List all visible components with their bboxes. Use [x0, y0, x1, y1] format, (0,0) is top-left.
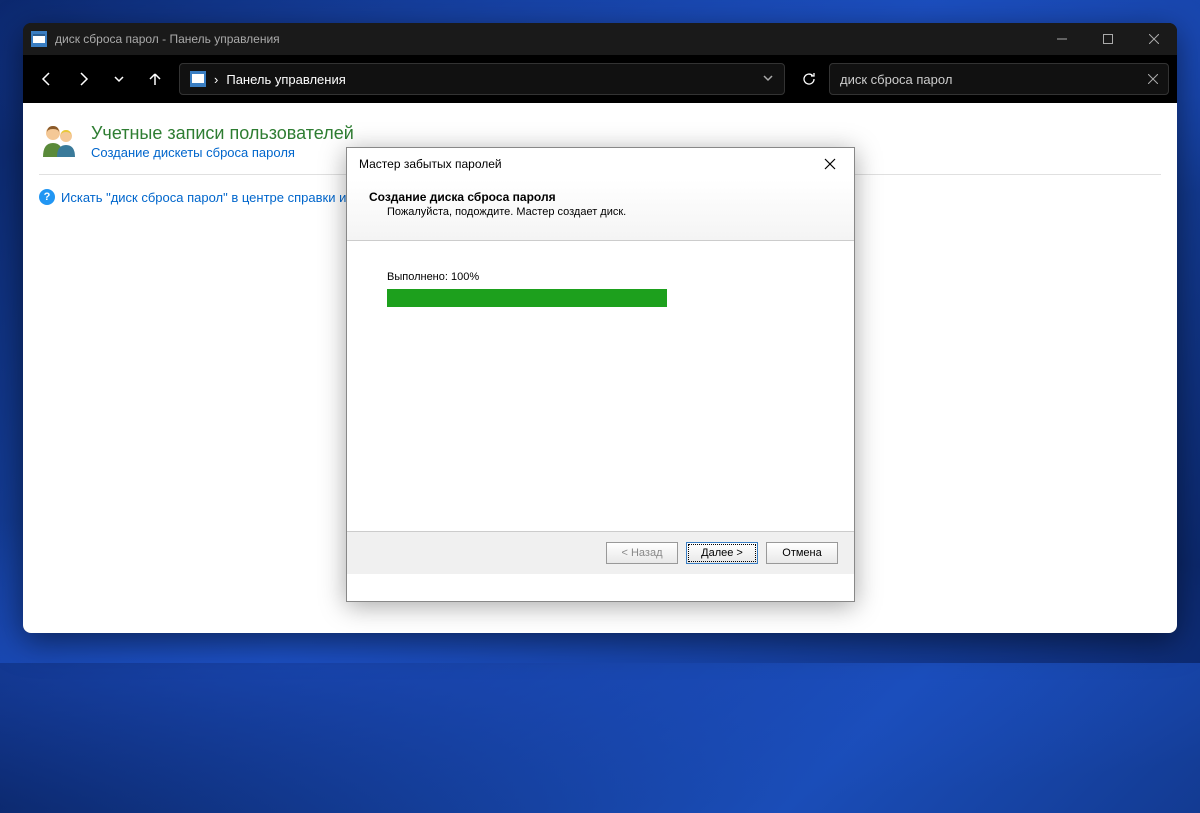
navigation-bar: › Панель управления диск сброса парол	[23, 55, 1177, 103]
next-button[interactable]: Далее >	[686, 542, 758, 564]
breadcrumb-separator: ›	[214, 72, 218, 87]
up-button[interactable]	[139, 63, 171, 95]
users-icon	[39, 123, 79, 159]
maximize-button[interactable]	[1085, 23, 1131, 55]
wizard-step-title: Создание диска сброса пароля	[369, 190, 832, 204]
search-input[interactable]: диск сброса парол	[829, 63, 1169, 95]
app-icon	[31, 31, 47, 47]
window-title: диск сброса парол - Панель управления	[55, 32, 280, 46]
breadcrumb-path[interactable]: Панель управления	[226, 72, 345, 87]
page-title: Учетные записи пользователей	[91, 123, 354, 144]
refresh-button[interactable]	[793, 63, 825, 95]
close-button[interactable]	[1131, 23, 1177, 55]
titlebar: диск сброса парол - Панель управления	[23, 23, 1177, 55]
chevron-down-icon[interactable]	[762, 72, 774, 87]
control-panel-icon	[190, 71, 206, 87]
search-value: диск сброса парол	[840, 72, 952, 87]
clear-search-icon[interactable]	[1148, 72, 1158, 87]
wizard-title: Мастер забытых паролей	[359, 157, 502, 171]
address-bar[interactable]: › Панель управления	[179, 63, 785, 95]
create-reset-disk-link[interactable]: Создание дискеты сброса пароля	[91, 145, 295, 160]
minimize-button[interactable]	[1039, 23, 1085, 55]
back-button[interactable]	[31, 63, 63, 95]
progress-bar	[387, 289, 667, 307]
help-icon: ?	[39, 189, 55, 205]
wizard-close-button[interactable]	[818, 152, 842, 176]
back-button[interactable]: < Назад	[606, 542, 678, 564]
help-search-link[interactable]: Искать "диск сброса парол" в центре спра…	[61, 190, 364, 205]
cancel-button[interactable]: Отмена	[766, 542, 838, 564]
wizard-step-desc: Пожалуйста, подождите. Мастер создает ди…	[387, 206, 832, 218]
recent-button[interactable]	[103, 63, 135, 95]
progress-label: Выполнено: 100%	[387, 271, 814, 283]
forward-button[interactable]	[67, 63, 99, 95]
wizard-dialog: Мастер забытых паролей Создание диска сб…	[346, 147, 855, 602]
